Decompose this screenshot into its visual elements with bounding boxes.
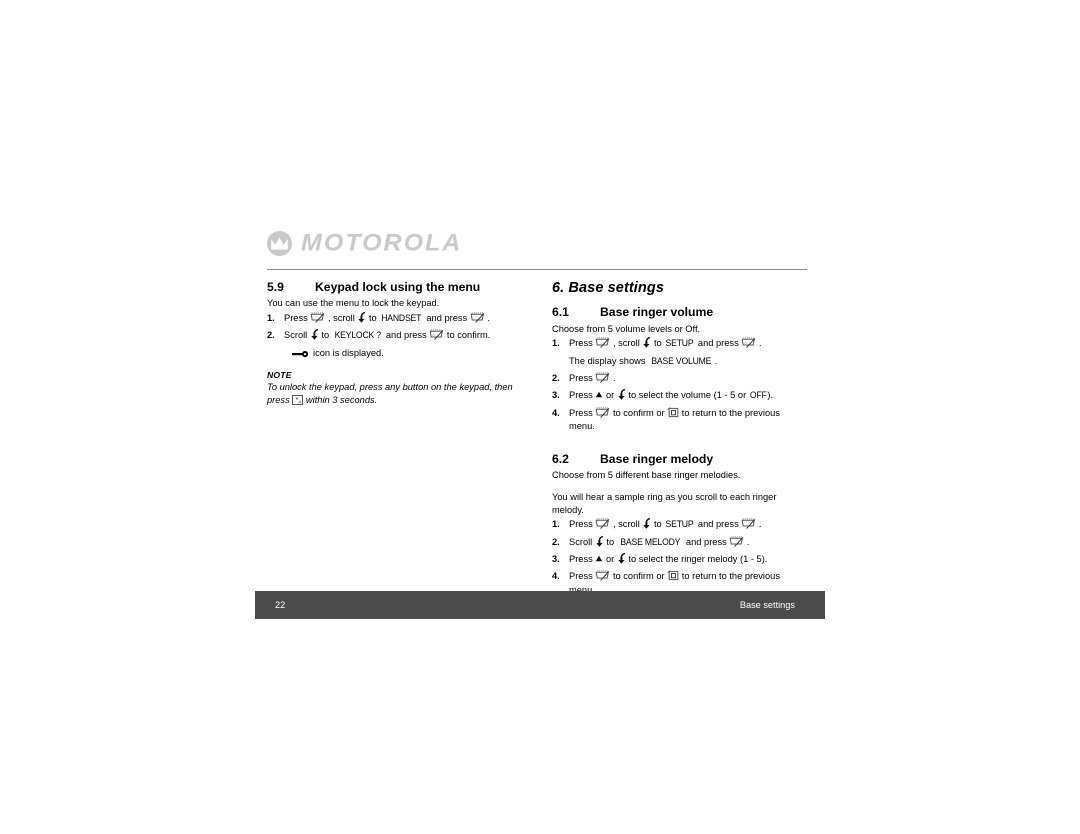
note-line-2-after: within 3 seconds. <box>303 395 378 406</box>
section-intro: Choose from 5 volume levels or Off. <box>552 323 701 334</box>
select-key-icon <box>595 407 610 418</box>
step-item: 3. Press or to select the ringer melody (… <box>552 553 807 566</box>
scroll-down-key-icon <box>642 518 651 530</box>
key-lock-icon <box>292 350 309 358</box>
back-key-icon <box>667 406 679 418</box>
step-item: 2. Press . <box>552 372 807 385</box>
step-text: Press , scroll to SETUP and press . <box>569 337 762 350</box>
section-title: Base ringer melody <box>600 451 714 466</box>
footer-section-name: Base settings <box>739 600 795 610</box>
section-title: Keypad lock using the menu <box>315 280 481 294</box>
section-intro: You can use the menu to lock the keypad. <box>267 298 440 309</box>
footer-page-number: 22 <box>275 600 286 610</box>
scroll-up-key-icon <box>595 391 603 398</box>
select-key-icon <box>741 518 756 530</box>
select-key-icon <box>595 570 610 582</box>
section-number: 5.9 <box>267 280 284 294</box>
section-title: Base ringer volume <box>600 305 714 320</box>
section-intro-secondary: You will hear a sample ring as you scrol… <box>552 491 777 515</box>
steps-list-base-ringer-volume: 1. Press , scroll to SETUP and press . The… <box>552 337 807 433</box>
chapter-heading: 6. Base settings <box>552 280 665 296</box>
step-number: 1. <box>267 313 275 324</box>
lcd-display-text: BASE VOLUME <box>651 355 712 367</box>
step-item: 4. Press to confirm or to return to the p… <box>552 406 807 434</box>
select-key-icon <box>429 329 444 341</box>
star-key-icon: * a <box>292 395 304 406</box>
step-number: 2. <box>552 536 560 547</box>
section-number: 6.1 <box>552 305 569 320</box>
back-key-icon <box>667 570 679 581</box>
keylock-icon-note: icon is displayed. <box>292 347 522 360</box>
scroll-up-key-icon <box>595 555 603 562</box>
steps-list-base-ringer-melody: 1. Press , scroll to SETUP and press . 2. S… <box>552 518 807 597</box>
step-item: 1. Press , scroll to HANDSET and press . <box>267 312 522 326</box>
step-text: Press , scroll to HANDSET and press . <box>284 312 490 325</box>
step-item: 2. Scroll to BASE MELODY and press . <box>552 535 807 550</box>
step-text: Scroll to KEYLOCK ? and press to confirm… <box>284 329 491 342</box>
select-key-icon <box>470 312 485 324</box>
scroll-down-key-icon <box>617 389 626 400</box>
step-text: Press or to select the ringer melody (1 … <box>569 553 768 565</box>
step-number: 1. <box>552 338 560 349</box>
scroll-down-key-icon <box>357 312 366 323</box>
lcd-display-text: OFF <box>749 390 767 402</box>
motorola-wordmark: MOTOROLA <box>301 229 463 256</box>
select-key-icon <box>595 372 610 384</box>
scroll-down-key-icon <box>310 329 319 341</box>
step-number: 3. <box>552 390 560 401</box>
svg-text:a: a <box>299 400 302 405</box>
motorola-m-logo-icon <box>267 230 292 256</box>
lcd-display-text: SETUP <box>665 519 694 531</box>
step-item: 2. Scroll to KEYLOCK ? and press to confi… <box>267 329 522 343</box>
page-content: MOTOROLA 5.9 Keypad lock using the menu … <box>255 225 830 601</box>
note-line-1: To unlock the keypad, press any button o… <box>267 382 513 393</box>
two-column-layout: 5.9 Keypad lock using the menu You can u… <box>267 280 830 601</box>
section-heading-5-9: 5.9 Keypad lock using the menu <box>267 280 522 295</box>
step-text: Scroll to BASE MELODY and press . <box>569 535 750 548</box>
section-heading-6-2: 6.2 Base ringer melody <box>552 452 807 467</box>
step-item: 1. Press , scroll to SETUP and press . <box>552 518 807 532</box>
scroll-down-key-icon <box>595 535 604 547</box>
step-item: 3. Press or to select the volume (1 - 5 o… <box>552 389 807 403</box>
lcd-display-text: BASE MELODY <box>620 536 681 548</box>
lcd-display-text: SETUP <box>665 338 694 350</box>
step-text: Press , scroll to SETUP and press . <box>569 518 762 531</box>
step-number: 2. <box>267 330 275 341</box>
step-item: 1. Press , scroll to SETUP and press . <box>552 337 807 351</box>
lcd-display-text: HANDSET <box>381 313 422 325</box>
step-text: Press . <box>569 372 616 384</box>
step-text: Press to confirm or to return to the pre… <box>569 406 780 432</box>
select-key-icon <box>310 312 325 324</box>
brand-header: MOTOROLA <box>255 225 830 261</box>
note-body: To unlock the keypad, press any button o… <box>267 381 522 407</box>
step-sub-text: The display shows BASE VOLUME. <box>569 355 718 367</box>
lcd-display-text: KEYLOCK ? <box>334 330 381 342</box>
page-footer: 22 Base settings <box>255 591 825 619</box>
section-heading-6-1: 6.1 Base ringer volume <box>552 305 807 320</box>
step-number: 2. <box>552 373 560 384</box>
right-column: 6. Base settings 6.1 Base ringer volume … <box>552 280 807 601</box>
scroll-down-key-icon <box>642 337 651 349</box>
header-divider <box>267 269 807 270</box>
select-key-icon <box>595 518 610 530</box>
select-key-icon <box>729 536 744 547</box>
section-number: 6.2 <box>552 451 569 466</box>
step-number: 4. <box>552 407 560 418</box>
section-intro: Choose from 5 different base ringer melo… <box>552 469 741 480</box>
step-number: 1. <box>552 519 560 530</box>
step-number: 3. <box>552 554 560 565</box>
step-text: Press or to select the volume (1 - 5 or … <box>569 389 774 402</box>
note-line-2-before: press <box>267 395 293 406</box>
keylock-icon-note-text: icon is displayed. <box>313 347 384 358</box>
steps-list-keypad-lock: 1. Press , scroll to HANDSET and press . 2… <box>267 312 522 343</box>
scroll-down-key-icon <box>617 553 626 564</box>
note-label: NOTE <box>267 370 292 381</box>
left-column: 5.9 Keypad lock using the menu You can u… <box>267 280 522 601</box>
select-key-icon <box>741 337 756 349</box>
select-key-icon <box>595 337 610 349</box>
document-page: MOTOROLA 5.9 Keypad lock using the menu … <box>0 0 1080 834</box>
